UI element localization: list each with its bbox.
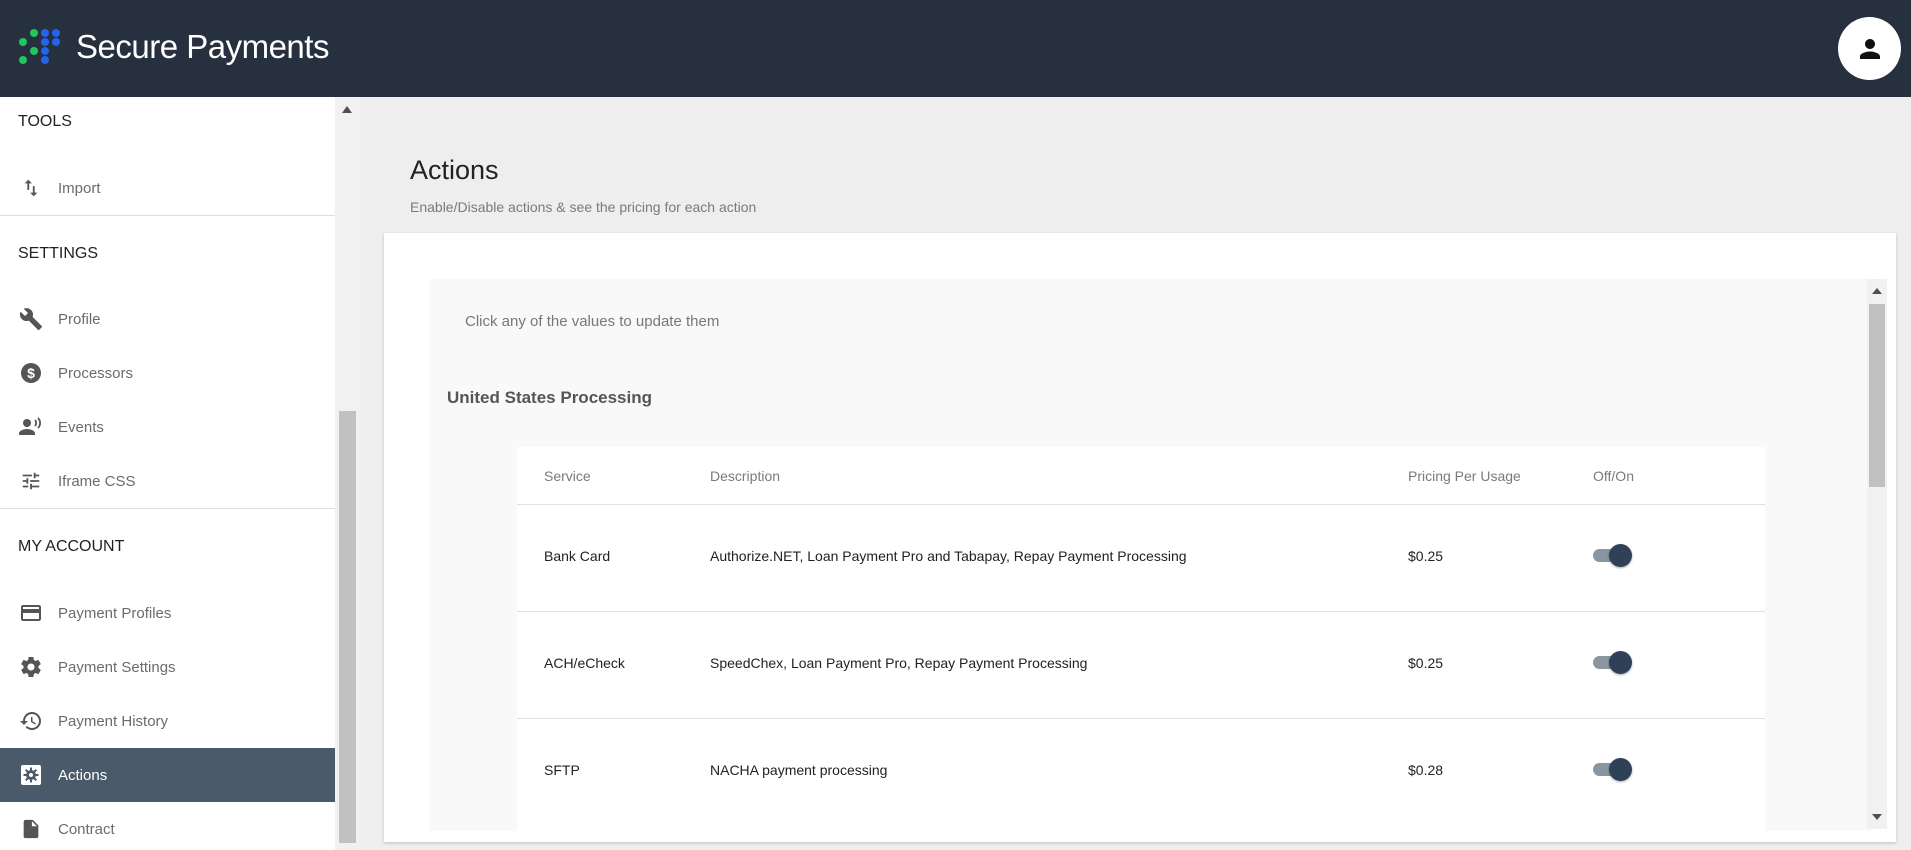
sidebar-item-label: Payment History (58, 712, 169, 730)
sidebar-item-contract[interactable]: Contract (0, 802, 335, 850)
sidebar-divider (0, 508, 335, 509)
sidebar-item-label: Processors (58, 364, 134, 382)
sidebar-item-label: Contract (58, 820, 115, 838)
sidebar-item-label: Iframe CSS (58, 472, 136, 490)
sidebar-section-settings: SETTINGS (18, 245, 99, 262)
sidebar-item-label: Actions (58, 766, 108, 784)
toggle-switch-bank-card[interactable] (1593, 542, 1633, 568)
column-header-pricing: Pricing Per Usage (1408, 468, 1521, 484)
history-icon (18, 708, 44, 734)
sidebar-divider (0, 215, 335, 216)
column-header-description: Description (710, 468, 781, 484)
sidebar-item-label: Events (58, 418, 104, 436)
table-row-divider (517, 718, 1765, 719)
group-title: United States Processing (447, 388, 653, 407)
panel-scrollbar[interactable] (1867, 279, 1887, 829)
svg-text:$: $ (27, 365, 35, 381)
sidebar-section-my-account: MY ACCOUNT (18, 538, 125, 555)
document-icon (18, 816, 44, 842)
sidebar-item-label: Import (58, 179, 101, 197)
cell-price[interactable]: $0.28 (1408, 762, 1443, 778)
top-bar: Secure Payments (0, 0, 1911, 97)
sidebar: TOOLS Import SETTINGS Profile $ Processo… (0, 97, 335, 850)
sidebar-item-processors[interactable]: $ Processors (0, 346, 335, 400)
sidebar-item-actions[interactable]: Actions (0, 748, 335, 802)
tune-icon (18, 468, 44, 494)
sidebar-item-import[interactable]: Import (0, 161, 335, 215)
page-subtitle: Enable/Disable actions & see the pricing… (410, 199, 757, 215)
gear-icon (18, 654, 44, 680)
column-header-toggle: Off/On (1593, 468, 1634, 484)
credit-card-icon (18, 600, 44, 626)
sidebar-item-label: Payment Settings (58, 658, 176, 676)
scroll-down-arrow-icon[interactable] (1872, 814, 1882, 820)
wrench-icon (18, 306, 44, 332)
scroll-up-arrow-icon[interactable] (1872, 288, 1882, 294)
toggle-switch-sftp[interactable] (1593, 756, 1633, 782)
cell-description[interactable]: NACHA payment processing (710, 762, 887, 778)
cell-description[interactable]: SpeedChex, Loan Payment Pro, Repay Payme… (710, 655, 1087, 671)
sidebar-item-label: Profile (58, 310, 101, 328)
hint-text: Click any of the values to update them (465, 313, 720, 330)
import-arrows-icon (18, 175, 44, 201)
sidebar-scrollbar[interactable] (335, 97, 360, 850)
scrollbar-thumb[interactable] (339, 411, 356, 843)
sidebar-item-profile[interactable]: Profile (0, 292, 335, 346)
toggle-switch-ach-echeck[interactable] (1593, 649, 1633, 675)
cell-service[interactable]: Bank Card (544, 548, 610, 564)
page-title: Actions (410, 155, 499, 185)
person-voice-icon (18, 414, 44, 440)
actions-panel: Click any of the values to update them U… (429, 279, 1871, 831)
sidebar-item-iframe-css[interactable]: Iframe CSS (0, 454, 335, 508)
logo-dots-icon (19, 29, 60, 64)
sidebar-section-tools: TOOLS (18, 113, 72, 130)
account-circle-icon (1859, 38, 1880, 59)
cell-description[interactable]: Authorize.NET, Loan Payment Pro and Taba… (710, 548, 1187, 564)
cell-service[interactable]: SFTP (544, 762, 580, 778)
dollar-circle-icon: $ (18, 360, 44, 386)
brand-name: Secure Payments (76, 28, 329, 65)
table-header-divider (517, 504, 1765, 505)
actions-card: Click any of the values to update them U… (384, 233, 1896, 842)
sidebar-item-payment-history[interactable]: Payment History (0, 694, 335, 748)
sidebar-item-label: Payment Profiles (58, 604, 172, 622)
scroll-up-arrow-icon[interactable] (342, 106, 352, 113)
column-header-service: Service (544, 468, 591, 484)
table-row-divider (517, 611, 1765, 612)
cell-price[interactable]: $0.25 (1408, 655, 1443, 671)
sidebar-item-payment-settings[interactable]: Payment Settings (0, 640, 335, 694)
cell-service[interactable]: ACH/eCheck (544, 655, 625, 671)
sidebar-item-events[interactable]: Events (0, 400, 335, 454)
scrollbar-thumb[interactable] (1869, 304, 1885, 487)
sidebar-item-payment-profiles[interactable]: Payment Profiles (0, 586, 335, 640)
cell-price[interactable]: $0.25 (1408, 548, 1443, 564)
actions-table: Service Description Pricing Per Usage Of… (517, 447, 1765, 831)
user-avatar-button[interactable] (1838, 17, 1901, 80)
settings-box-icon (18, 762, 44, 788)
